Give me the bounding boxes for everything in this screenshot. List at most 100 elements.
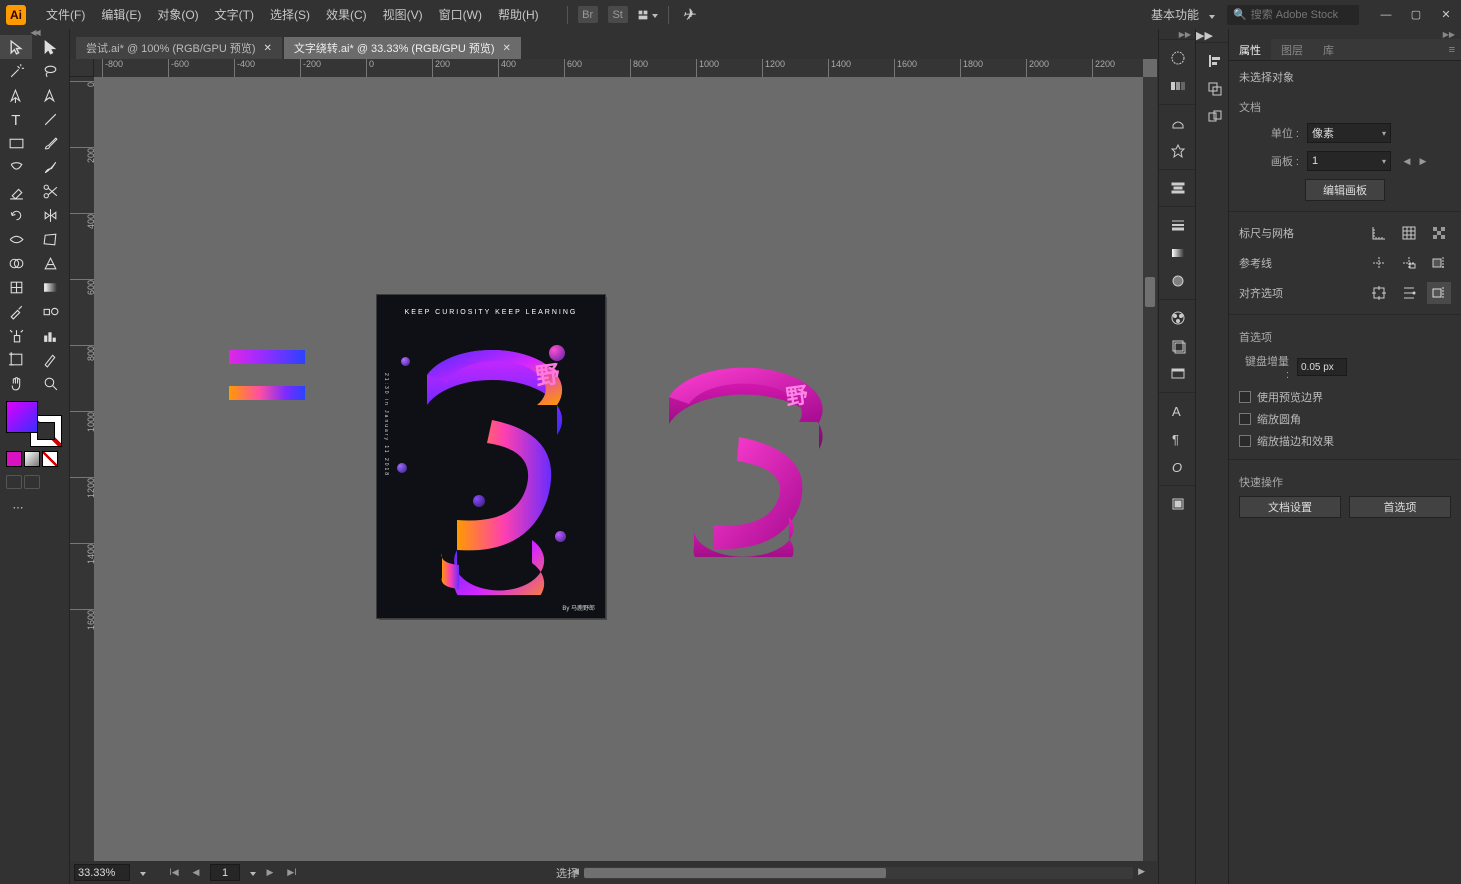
rulers-icon[interactable] <box>1367 222 1391 244</box>
snap-grid-icon[interactable] <box>1427 282 1451 304</box>
screen-mode-full[interactable] <box>24 475 40 489</box>
search-input[interactable] <box>1251 9 1353 21</box>
menu-edit[interactable]: 编辑(E) <box>93 0 149 29</box>
tab-layers[interactable]: 图层 <box>1271 39 1313 60</box>
snap-point-icon[interactable] <box>1397 282 1421 304</box>
hscroll-thumb[interactable] <box>584 868 886 878</box>
cloud-icon[interactable]: ✈ <box>679 6 699 23</box>
shape-builder-tool[interactable] <box>0 251 32 275</box>
gradient-panel-icon[interactable] <box>1159 239 1196 267</box>
bridge-icon[interactable]: Br <box>578 6 598 23</box>
guides-lock-icon[interactable] <box>1397 252 1421 274</box>
menu-window[interactable]: 窗口(W) <box>431 0 490 29</box>
scale-strokes-checkbox[interactable]: 缩放描边和效果 <box>1239 433 1451 449</box>
offcanvas-shape[interactable]: 野 <box>639 357 839 557</box>
line-tool[interactable] <box>35 107 67 131</box>
ruler-vertical[interactable]: 02004006008001000120014001600 <box>70 77 94 861</box>
preferences-button[interactable]: 首选项 <box>1349 496 1451 518</box>
asset-export-icon[interactable] <box>1159 490 1196 518</box>
snap-pixel-icon[interactable] <box>1367 282 1391 304</box>
eyedropper-tool[interactable] <box>0 299 32 323</box>
units-select[interactable]: 像素▾ <box>1307 123 1391 143</box>
doctab-0[interactable]: 尝试.ai* @ 100% (RGB/GPU 预览) ✕ <box>76 37 282 59</box>
last-artboard-button[interactable]: ▶I <box>284 866 300 880</box>
rectangle-tool[interactable] <box>0 131 32 155</box>
brushes-panel-icon[interactable] <box>1159 109 1196 137</box>
color-mode-none[interactable] <box>42 451 58 467</box>
minimize-button[interactable]: — <box>1371 4 1401 26</box>
transparency-grid-icon[interactable] <box>1427 222 1451 244</box>
panel-menu-icon[interactable]: ≡ <box>1443 39 1461 60</box>
document-setup-button[interactable]: 文档设置 <box>1239 496 1341 518</box>
artboard-number-input[interactable] <box>210 864 240 881</box>
curvature-tool[interactable] <box>35 83 67 107</box>
maximize-button[interactable]: ▢ <box>1401 4 1431 26</box>
menu-help[interactable]: 帮助(H) <box>490 0 547 29</box>
paragraph-panel-icon[interactable]: ¶ <box>1159 425 1196 453</box>
blob-brush-tool[interactable] <box>35 155 67 179</box>
width-tool[interactable] <box>0 227 32 251</box>
artboard-dropdown[interactable] <box>246 867 256 879</box>
panel-grip[interactable]: ▶▶ <box>1229 29 1461 39</box>
scissors-tool[interactable] <box>35 179 67 203</box>
symbol-sprayer-tool[interactable] <box>0 323 32 347</box>
prev-artboard-button[interactable]: ◀ <box>188 866 204 880</box>
use-preview-bounds-checkbox[interactable]: 使用预览边界 <box>1239 389 1451 405</box>
search-stock[interactable]: 🔍 <box>1227 5 1359 25</box>
scale-corners-checkbox[interactable]: 缩放圆角 <box>1239 411 1451 427</box>
opentype-panel-icon[interactable]: O <box>1159 453 1196 481</box>
viewport[interactable]: KEEP CURIOSITY KEEP LEARNING 21:30 in Ja… <box>94 77 1143 861</box>
gradient-tool[interactable] <box>35 275 67 299</box>
hand-tool[interactable] <box>0 371 32 395</box>
color-mode-solid[interactable] <box>6 451 22 467</box>
menu-effect[interactable]: 效果(C) <box>318 0 375 29</box>
blend-tool[interactable] <box>35 299 67 323</box>
color-guide-icon[interactable] <box>1159 72 1196 100</box>
free-transform-tool[interactable] <box>35 227 67 251</box>
stock-icon[interactable]: St <box>608 6 628 23</box>
ruler-horizontal[interactable]: -800-600-400-200020040060080010001200140… <box>94 59 1143 77</box>
artboard-tool[interactable] <box>0 347 32 371</box>
menu-file[interactable]: 文件(F) <box>38 0 93 29</box>
key-increment-input[interactable] <box>1297 358 1347 376</box>
color-panel-icon[interactable] <box>1159 44 1196 72</box>
prev-artboard-icon[interactable]: ◀ <box>1399 154 1415 168</box>
shaper-tool[interactable] <box>0 155 32 179</box>
next-artboard-icon[interactable]: ▶ <box>1415 154 1431 168</box>
zoom-tool[interactable] <box>35 371 67 395</box>
magic-wand-tool[interactable] <box>0 59 32 83</box>
mesh-tool[interactable] <box>0 275 32 299</box>
tab-properties[interactable]: 属性 <box>1229 39 1271 60</box>
paintbrush-tool[interactable] <box>35 131 67 155</box>
artboard-1[interactable]: KEEP CURIOSITY KEEP LEARNING 21:30 in Ja… <box>377 295 605 618</box>
edit-toolbar[interactable]: ⋯ <box>6 497 30 517</box>
appearance-panel-icon[interactable] <box>1159 332 1196 360</box>
menu-type[interactable]: 文字(T) <box>207 0 262 29</box>
pen-tool[interactable] <box>0 83 32 107</box>
zoom-input[interactable] <box>74 864 130 881</box>
dock-grip[interactable]: ▶▶ <box>1196 29 1228 42</box>
selection-tool[interactable] <box>0 35 32 59</box>
close-button[interactable]: ✕ <box>1431 4 1461 26</box>
arrange-icon[interactable] <box>638 6 658 23</box>
direct-selection-tool[interactable] <box>35 35 67 59</box>
grid-icon[interactable] <box>1397 222 1421 244</box>
menu-view[interactable]: 视图(V) <box>375 0 431 29</box>
close-icon[interactable]: ✕ <box>263 43 271 54</box>
character-panel-icon[interactable]: A <box>1159 397 1196 425</box>
slice-tool[interactable] <box>35 347 67 371</box>
align-panel-icon[interactable] <box>1159 174 1196 202</box>
eraser-tool[interactable] <box>0 179 32 203</box>
vertical-scrollbar[interactable] <box>1143 77 1157 861</box>
artboard-select[interactable]: 1▾ <box>1307 151 1391 171</box>
doctab-1[interactable]: 文字绕转.ai* @ 33.33% (RGB/GPU 预览) ✕ <box>284 37 521 59</box>
rotate-tool[interactable] <box>0 203 32 227</box>
menu-select[interactable]: 选择(S) <box>262 0 318 29</box>
horizontal-scrollbar[interactable]: ◀ ▶ <box>584 867 1133 879</box>
type-tool[interactable]: T <box>0 107 32 131</box>
symbols-panel-icon[interactable] <box>1159 137 1196 165</box>
ruler-origin[interactable] <box>70 59 94 77</box>
close-icon[interactable]: ✕ <box>503 43 511 54</box>
screen-mode-normal[interactable] <box>6 475 22 489</box>
dock-grip[interactable]: ▶▶ <box>1159 29 1195 39</box>
